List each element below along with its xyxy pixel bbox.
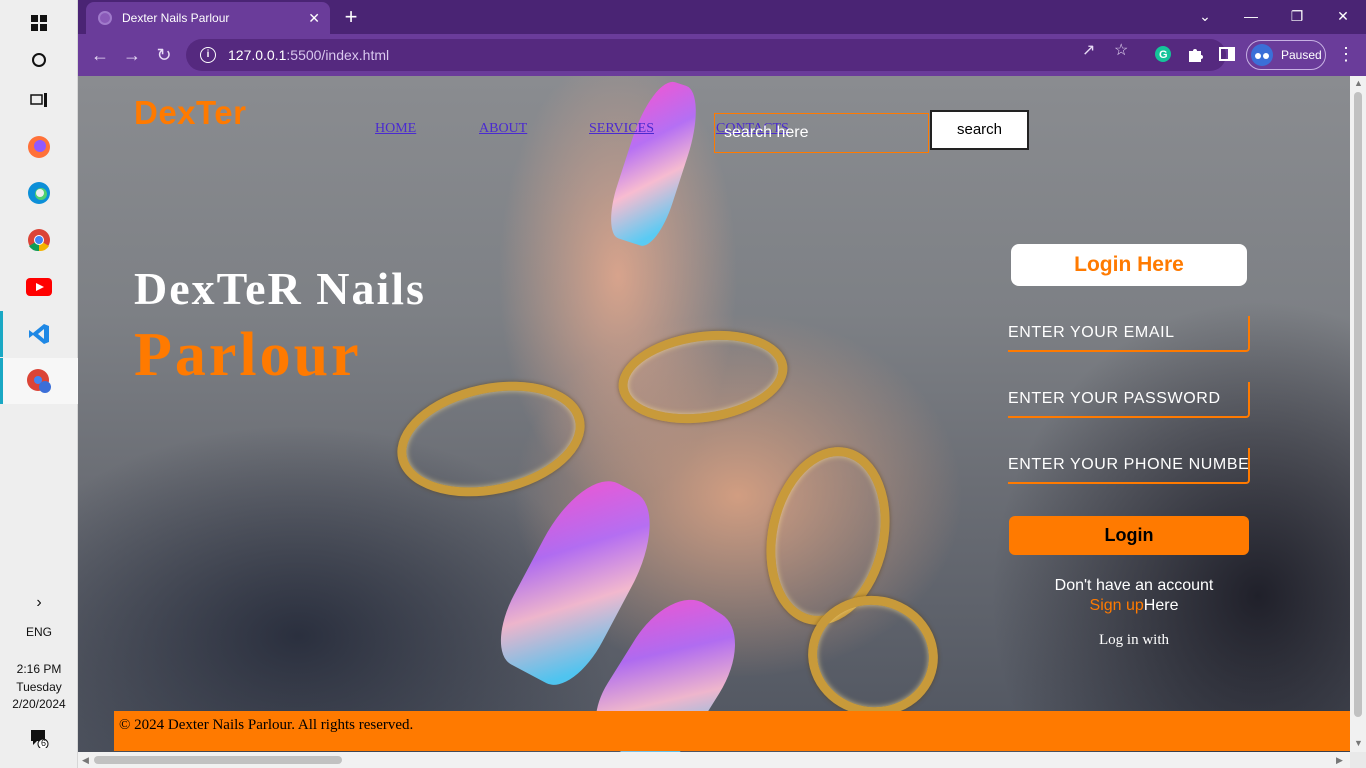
signup-link[interactable]: Sign up <box>1090 597 1144 614</box>
no-account-text: Don't have an account <box>1054 577 1214 594</box>
horizontal-scrollbar[interactable]: ◀ ▶ <box>78 752 1350 768</box>
clock-time[interactable]: 2:16 PM <box>0 662 78 676</box>
site-info-icon[interactable]: i <box>200 47 216 63</box>
search-input[interactable]: search here <box>714 113 929 153</box>
nav-link-home[interactable]: HOME <box>375 121 416 137</box>
svg-text:G: G <box>1159 49 1168 61</box>
hero-title: DexTeR Nails <box>134 263 426 314</box>
nail-art-decoration <box>601 76 709 251</box>
forward-arrow-icon[interactable]: → <box>120 43 144 67</box>
browser-tab[interactable]: Dexter Nails Parlour ✕ <box>86 2 330 34</box>
tab-search-chevron-icon[interactable]: ⌄ <box>1182 4 1228 28</box>
scroll-up-arrow-icon[interactable]: ▲ <box>1354 78 1363 88</box>
firefox-icon[interactable] <box>0 124 78 170</box>
chrome-icon[interactable] <box>0 217 78 263</box>
scroll-down-arrow-icon[interactable]: ▼ <box>1354 738 1363 748</box>
horizontal-scroll-thumb[interactable] <box>94 756 342 764</box>
phone-field[interactable]: ENTER YOUR PHONE NUMBER <box>1008 448 1250 484</box>
url-host: 127.0.0.1 <box>228 47 287 63</box>
vscode-icon[interactable] <box>0 311 78 357</box>
chrome-profile-icon[interactable] <box>0 358 78 404</box>
site-logo[interactable]: DexTer <box>134 94 246 132</box>
vertical-scrollbar[interactable]: ▲ ▼ <box>1350 76 1366 752</box>
window-close-icon[interactable]: ✕ <box>1320 4 1366 28</box>
notification-count: 6 <box>41 738 47 748</box>
address-bar[interactable]: i 127.0.0.1:5500/index.html <box>186 39 1226 71</box>
clock-day[interactable]: Tuesday <box>0 680 78 694</box>
profile-button[interactable]: Paused <box>1246 40 1326 70</box>
email-field[interactable]: ENTER YOUR EMAIL <box>1008 316 1250 352</box>
back-arrow-icon[interactable]: ← <box>88 43 112 67</box>
restore-icon[interactable]: ❐ <box>1274 4 1320 28</box>
browser-tabstrip: Dexter Nails Parlour ✕ + ⌄ — ❐ ✕ <box>78 0 1366 34</box>
gold-ring-decoration <box>612 320 794 434</box>
extensions-puzzle-icon[interactable] <box>1186 45 1206 65</box>
language-indicator[interactable]: ENG <box>0 625 78 639</box>
show-hidden-icons-chevron-icon[interactable]: › <box>0 594 78 612</box>
new-tab-plus-icon[interactable]: + <box>338 4 364 30</box>
share-icon[interactable]: ↗ <box>1082 40 1095 60</box>
hero-subtitle: Parlour <box>134 321 362 389</box>
side-panel-icon[interactable] <box>1218 45 1238 65</box>
page-viewport: DexTer HOME ABOUT SERVICES CONTACTS sear… <box>78 76 1350 752</box>
signup-prompt: Don't have an account Sign upHere <box>1009 576 1259 616</box>
search-button[interactable]: search <box>930 110 1029 150</box>
notification-center-icon[interactable]: 6 <box>0 728 78 751</box>
signup-suffix: Here <box>1143 597 1179 614</box>
browser-toolbar: ← → ↻ i 127.0.0.1:5500/index.html ↗ ☆ G … <box>78 34 1366 76</box>
tab-favicon-icon <box>98 11 112 25</box>
edge-icon[interactable] <box>0 170 78 216</box>
grammarly-icon[interactable]: G <box>1154 45 1174 65</box>
login-button[interactable]: Login <box>1009 516 1249 555</box>
tab-title: Dexter Nails Parlour <box>122 11 230 25</box>
site-footer: © 2024 Dexter Nails Parlour. All rights … <box>114 711 1350 751</box>
bookmark-star-icon[interactable]: ☆ <box>1114 40 1128 60</box>
profile-status: Paused <box>1281 48 1322 62</box>
minimize-icon[interactable]: — <box>1228 4 1274 28</box>
url-path: :5500/index.html <box>286 47 390 63</box>
scroll-left-arrow-icon[interactable]: ◀ <box>82 755 89 766</box>
browser-menu-icon[interactable]: ⋮ <box>1336 44 1356 65</box>
windows-taskbar: › ENG 2:16 PM Tuesday 2/20/2024 6 <box>0 0 78 768</box>
login-with-text: Log in with <box>1099 632 1169 648</box>
gold-ring-decoration <box>386 365 596 513</box>
profile-avatar-icon <box>1251 44 1273 66</box>
password-field[interactable]: ENTER YOUR PASSWORD <box>1008 382 1250 418</box>
nav-link-services[interactable]: SERVICES <box>589 121 654 137</box>
clock-date[interactable]: 2/20/2024 <box>0 697 78 711</box>
task-view-icon[interactable] <box>0 77 78 123</box>
scroll-right-arrow-icon[interactable]: ▶ <box>1336 755 1343 766</box>
youtube-icon[interactable] <box>0 264 78 310</box>
nav-link-about[interactable]: ABOUT <box>479 121 527 137</box>
vertical-scroll-thumb[interactable] <box>1354 92 1362 717</box>
tab-close-icon[interactable]: ✕ <box>308 10 320 27</box>
login-heading: Login Here <box>1011 244 1247 286</box>
reload-icon[interactable]: ↻ <box>152 43 176 67</box>
